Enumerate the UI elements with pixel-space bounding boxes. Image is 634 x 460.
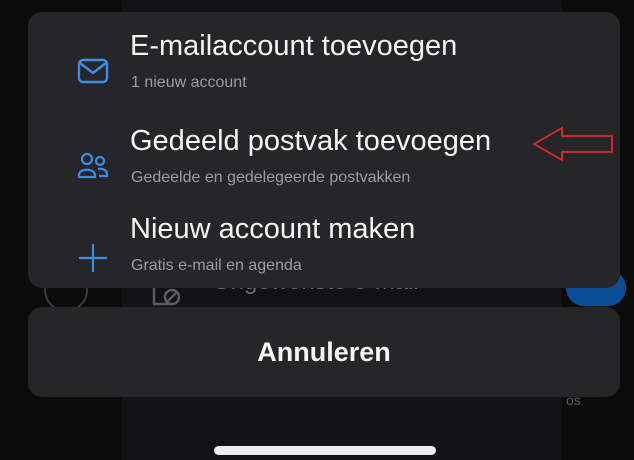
plus-icon	[79, 244, 107, 272]
create-new-account-option[interactable]: Nieuw account maken Gratis e-mail en age…	[28, 199, 620, 288]
red-arrow-annotation	[532, 126, 613, 162]
option-title: E-mailaccount toevoegen	[130, 30, 458, 62]
mail-icon	[77, 58, 109, 84]
add-email-account-option[interactable]: E-mailaccount toevoegen 1 nieuw account	[28, 12, 620, 104]
cancel-button[interactable]: Annuleren	[28, 307, 620, 397]
option-title: Gedeeld postvak toevoegen	[130, 125, 492, 157]
option-title: Nieuw account maken	[130, 213, 416, 245]
option-subtitle: 1 nieuw account	[131, 74, 247, 91]
option-subtitle: Gratis e-mail en agenda	[131, 257, 302, 274]
home-indicator	[214, 446, 436, 455]
option-subtitle: Gedeelde en gedelegeerde postvakken	[131, 169, 411, 186]
people-icon	[77, 152, 109, 179]
